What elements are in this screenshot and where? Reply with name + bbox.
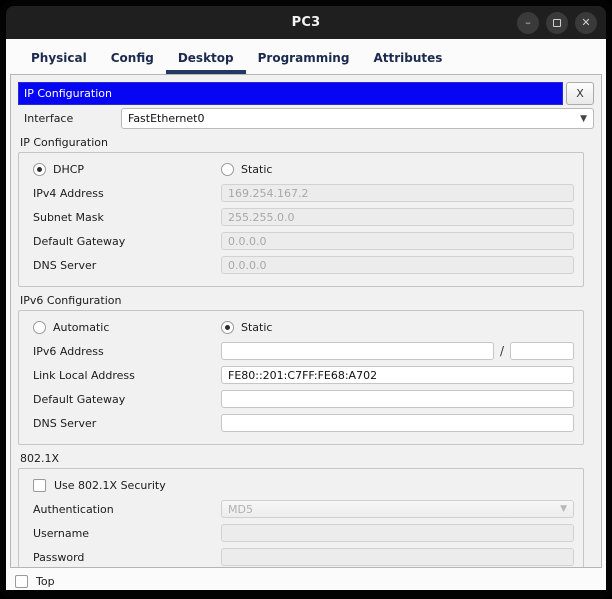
automatic-radio-icon[interactable] <box>33 321 46 334</box>
ipv6-default-gateway-field[interactable] <box>221 390 574 408</box>
device-dialog: Physical Config Desktop Programming Attr… <box>6 39 606 590</box>
password-label: Password <box>33 551 221 564</box>
ipv4-mode-radio-row: DHCP Static <box>33 163 574 176</box>
ipv4-dns-server-field[interactable] <box>221 256 574 274</box>
static-ipv4-radio-icon[interactable] <box>221 163 234 176</box>
interface-select[interactable]: FastEthernet0 ▼ <box>121 108 594 129</box>
ipv4-dns-server-label: DNS Server <box>33 259 221 272</box>
dhcp-radio-icon[interactable] <box>33 163 46 176</box>
prefix-separator: / <box>500 344 504 358</box>
dot1x-groupbox: Use 802.1X Security Authentication MD5 ▼… <box>18 468 584 568</box>
maximize-icon <box>553 19 561 27</box>
ipv4-section-title: IP Configuration <box>20 136 601 149</box>
ipv6-default-gateway-row: Default Gateway <box>33 390 574 408</box>
authentication-row: Authentication MD5 ▼ <box>33 500 574 518</box>
ipv6-prefix-field[interactable] <box>510 342 574 360</box>
subwindow-close-button[interactable]: X <box>566 82 594 105</box>
automatic-radio-label: Automatic <box>53 321 109 334</box>
dhcp-radio-option[interactable]: DHCP <box>33 163 221 176</box>
titlebar[interactable]: PC3 – ✕ <box>6 6 606 39</box>
use-8021x-security-checkbox[interactable] <box>33 479 46 492</box>
ipv6-dns-server-field[interactable] <box>221 414 574 432</box>
interface-selected-value: FastEthernet0 <box>128 112 204 125</box>
ip-configuration-window-header: IP Configuration X <box>18 82 594 105</box>
automatic-radio-option[interactable]: Automatic <box>33 321 221 334</box>
window-controls: – ✕ <box>517 12 597 34</box>
app-window: PC3 – ✕ Physical Config Desktop Programm… <box>0 0 612 599</box>
close-icon: ✕ <box>581 16 590 29</box>
authentication-select[interactable]: MD5 ▼ <box>221 500 574 518</box>
ipv4-address-row: IPv4 Address <box>33 184 574 202</box>
close-button[interactable]: ✕ <box>575 12 597 34</box>
subnet-mask-field[interactable] <box>221 208 574 226</box>
window-title: PC3 <box>6 15 606 30</box>
ipv4-dns-server-row: DNS Server <box>33 256 574 274</box>
dot1x-section-title: 802.1X <box>20 452 601 465</box>
ipv4-address-label: IPv4 Address <box>33 187 221 200</box>
ipv4-groupbox: DHCP Static IPv4 Address Subnet Mask <box>18 152 584 287</box>
top-checkbox[interactable] <box>15 575 28 588</box>
tab-programming[interactable]: Programming <box>246 47 362 74</box>
username-row: Username <box>33 524 574 542</box>
use-8021x-security-label: Use 802.1X Security <box>54 479 166 492</box>
ipv6-address-label: IPv6 Address <box>33 345 221 358</box>
ipv6-dns-server-row: DNS Server <box>33 414 574 432</box>
password-field[interactable] <box>221 548 574 566</box>
minimize-button[interactable]: – <box>517 12 539 34</box>
interface-row: Interface FastEthernet0 ▼ <box>18 108 594 129</box>
desktop-tab-content: IP Configuration X Interface FastEtherne… <box>10 74 602 568</box>
static-ipv4-radio-label: Static <box>241 163 272 176</box>
ipv4-address-field[interactable] <box>221 184 574 202</box>
ipv6-address-row: IPv6 Address / <box>33 342 574 360</box>
tab-physical[interactable]: Physical <box>19 47 99 74</box>
tab-config[interactable]: Config <box>99 47 166 74</box>
username-label: Username <box>33 527 221 540</box>
ipv6-groupbox: Automatic Static IPv6 Address / <box>18 310 584 445</box>
username-field[interactable] <box>221 524 574 542</box>
tab-bar: Physical Config Desktop Programming Attr… <box>6 39 606 74</box>
use-8021x-security-option[interactable]: Use 802.1X Security <box>33 479 574 492</box>
static-ipv6-radio-icon[interactable] <box>221 321 234 334</box>
dialog-footer: Top <box>6 568 606 588</box>
subnet-mask-label: Subnet Mask <box>33 211 221 224</box>
ipv4-default-gateway-label: Default Gateway <box>33 235 221 248</box>
subnet-mask-row: Subnet Mask <box>33 208 574 226</box>
ipv6-default-gateway-label: Default Gateway <box>33 393 221 406</box>
dhcp-radio-label: DHCP <box>53 163 84 176</box>
ipv6-section-title: IPv6 Configuration <box>20 294 601 307</box>
interface-label: Interface <box>18 112 121 125</box>
minimize-icon: – <box>525 16 531 29</box>
ipv6-address-field[interactable] <box>221 342 494 360</box>
subwindow-titlebar[interactable]: IP Configuration <box>18 82 563 105</box>
subwindow-title: IP Configuration <box>24 87 112 100</box>
chevron-down-icon: ▼ <box>580 114 587 124</box>
static-ipv6-radio-label: Static <box>241 321 272 334</box>
link-local-address-field[interactable] <box>221 366 574 384</box>
ipv4-default-gateway-row: Default Gateway <box>33 232 574 250</box>
maximize-button[interactable] <box>546 12 568 34</box>
ipv6-mode-radio-row: Automatic Static <box>33 321 574 334</box>
password-row: Password <box>33 548 574 566</box>
link-local-address-label: Link Local Address <box>33 369 221 382</box>
authentication-label: Authentication <box>33 503 221 516</box>
static-ipv6-radio-option[interactable]: Static <box>221 321 272 334</box>
top-checkbox-label: Top <box>36 575 55 588</box>
authentication-selected-value: MD5 <box>228 503 253 516</box>
tab-attributes[interactable]: Attributes <box>361 47 454 74</box>
tab-desktop[interactable]: Desktop <box>166 47 246 74</box>
chevron-down-icon: ▼ <box>560 504 567 514</box>
static-ipv4-radio-option[interactable]: Static <box>221 163 272 176</box>
ipv6-dns-server-label: DNS Server <box>33 417 221 430</box>
link-local-address-row: Link Local Address <box>33 366 574 384</box>
ipv4-default-gateway-field[interactable] <box>221 232 574 250</box>
